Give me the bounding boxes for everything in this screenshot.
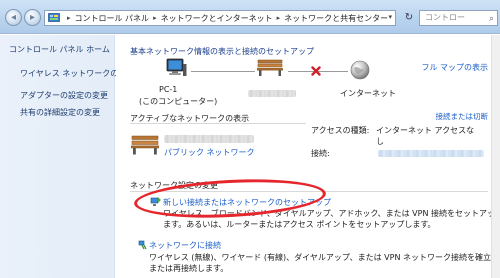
access-type-label: アクセスの種類:	[311, 126, 370, 135]
pc-description-label: (このコンピューター)	[139, 97, 218, 106]
address-bar[interactable]: ▸ コントロール パネル ▸ ネットワークとインターネット ▸ ネットワークと共…	[44, 10, 396, 26]
network-name-redacted	[248, 90, 296, 97]
control-panel-icon	[48, 13, 60, 22]
window-toolbar: ◂ ▸ ▸ コントロール パネル ▸ ネットワークとインターネット ▸ ネットワ…	[0, 0, 500, 34]
control-panel-home-link[interactable]: コントロール パネル ホーム	[9, 44, 110, 55]
breadcrumb-network-internet[interactable]: ネットワークとインターネット	[161, 13, 273, 24]
connect-description-continued: または再接続します。	[149, 264, 229, 273]
connect-disconnect-link[interactable]: 接続または切断	[436, 111, 489, 122]
sidebar-item-adapter-settings[interactable]: アダプターの設定の変更	[20, 90, 108, 101]
connect-network-icon	[138, 240, 147, 250]
breadcrumb-separator: ▸	[67, 14, 71, 22]
search-input[interactable]: コントロー ⌕	[419, 10, 498, 26]
address-dropdown-icon[interactable]: ▾	[388, 13, 392, 21]
new-connection-description-continued: ます。あるいは、ルーターまたはアクセス ポイントをセットアップします。	[163, 220, 436, 229]
page-heading: 基本ネットワーク情報の表示と接続のセットアップ	[130, 47, 314, 56]
forward-button[interactable]: ▸	[24, 9, 41, 26]
computer-icon[interactable]	[165, 58, 187, 78]
search-icon[interactable]: ⌕	[489, 12, 494, 26]
network-name-redacted	[164, 135, 254, 143]
breadcrumb-control-panel[interactable]: コントロール パネル	[75, 13, 150, 24]
vertical-scrollbar[interactable]	[491, 35, 500, 278]
access-type-value-continued: し	[376, 137, 384, 146]
connect-description: ワイヤレス (無線)、ワイヤード (有線)、ダイヤルアップ、または VPN ネッ…	[149, 253, 491, 262]
internet-label: インターネット	[340, 89, 396, 98]
main-content: 基本ネットワーク情報の表示と接続のセットアップ フル マップの表示 PC-1 (…	[116, 35, 500, 278]
back-button[interactable]: ◂	[5, 9, 22, 26]
sidebar-item-advanced-sharing[interactable]: 共有の詳細設定の変更	[20, 107, 100, 118]
network-type-link[interactable]: パブリック ネットワーク	[164, 147, 255, 158]
internet-globe-icon[interactable]	[350, 60, 370, 80]
search-placeholder: コントロー	[425, 13, 465, 22]
breadcrumb-network-sharing-center[interactable]: ネットワークと共有センター	[284, 13, 388, 24]
connections-label: 接続:	[311, 149, 330, 158]
breadcrumb-separator[interactable]: ▸	[277, 14, 281, 22]
breadcrumb-separator[interactable]: ▸	[153, 14, 157, 22]
full-map-link[interactable]: フル マップの表示	[421, 62, 488, 73]
public-network-bench-icon[interactable]	[256, 57, 284, 77]
public-network-bench-icon	[131, 135, 159, 155]
task-pane: コントロール パネル ホーム ワイヤレス ネットワークの管理 アダプターの設定の…	[0, 35, 134, 278]
connection-line	[191, 71, 255, 72]
connect-to-network-link[interactable]: ネットワークに接続	[149, 240, 221, 251]
refresh-button[interactable]: ↻	[402, 10, 416, 26]
pc-name-label: PC-1	[159, 85, 178, 94]
connection-name-redacted[interactable]	[378, 150, 484, 157]
section-divider	[130, 123, 306, 124]
access-type-value: インターネット アクセスな	[376, 126, 475, 135]
disconnected-x-icon	[311, 66, 321, 76]
